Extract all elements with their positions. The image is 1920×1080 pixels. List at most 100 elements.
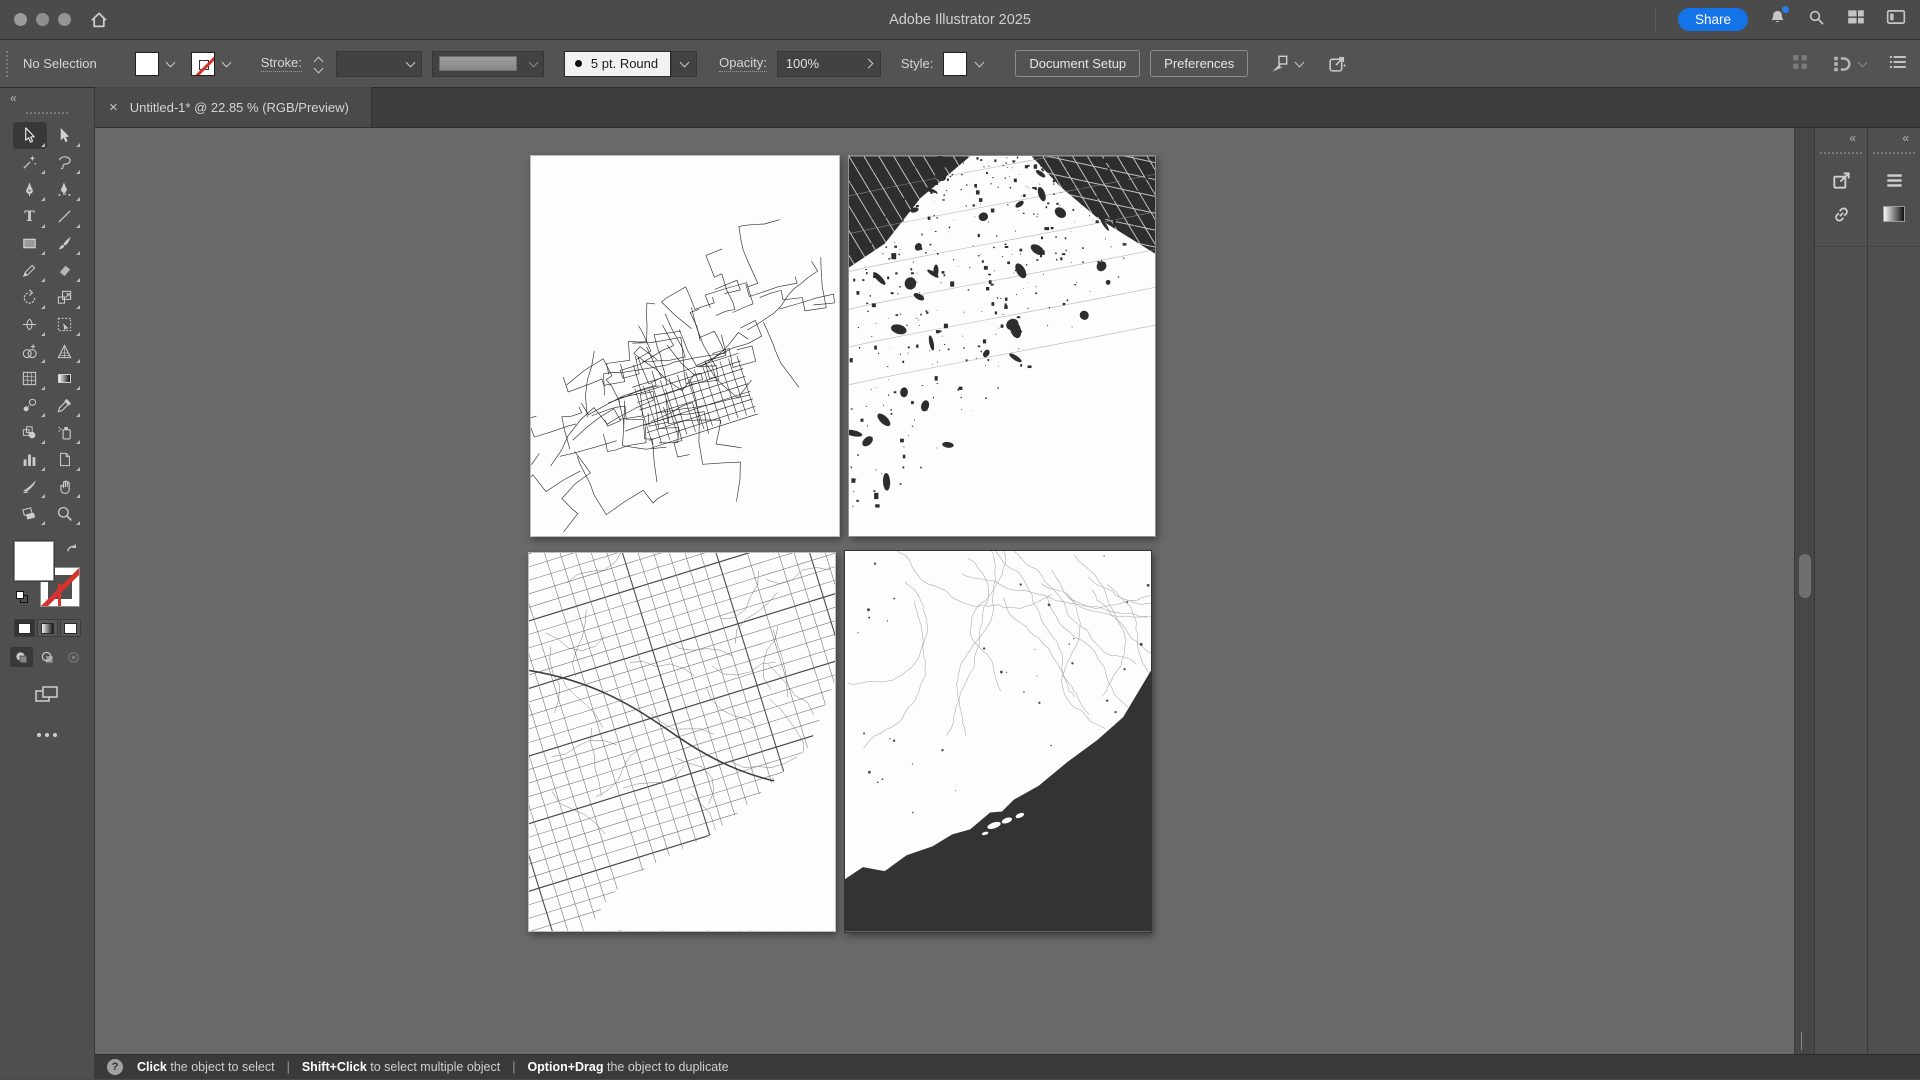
scroll-down-icon[interactable] bbox=[1801, 1032, 1802, 1050]
tab-close-icon[interactable]: × bbox=[109, 99, 118, 116]
links-panel-icon[interactable] bbox=[1824, 198, 1858, 230]
stroke-label[interactable]: Stroke: bbox=[261, 55, 302, 72]
line-segment-tool[interactable] bbox=[48, 203, 82, 230]
opacity-submenu-arrow[interactable] bbox=[863, 59, 873, 69]
tools-grip[interactable] bbox=[26, 112, 68, 114]
window-minimize-button[interactable] bbox=[36, 13, 49, 26]
draw-normal-icon[interactable] bbox=[10, 647, 33, 667]
rotate-tool[interactable] bbox=[13, 284, 47, 311]
eraser-tool[interactable] bbox=[48, 257, 82, 284]
symbols-tool[interactable] bbox=[13, 419, 47, 446]
draw-inside-icon[interactable] bbox=[62, 647, 85, 667]
notifications-bell-icon[interactable] bbox=[1768, 8, 1787, 32]
help-icon[interactable]: ? bbox=[107, 1059, 123, 1075]
menu-panel-icon[interactable] bbox=[1877, 164, 1911, 196]
stroke-color-swatch[interactable] bbox=[191, 52, 215, 76]
share-button[interactable]: Share bbox=[1678, 8, 1748, 31]
window-zoom-button[interactable] bbox=[58, 13, 71, 26]
type-tool[interactable]: T bbox=[13, 203, 47, 230]
pencil-tool[interactable] bbox=[13, 257, 47, 284]
rectangle-tool[interactable] bbox=[13, 230, 47, 257]
edit-toolbar-ellipsis-icon[interactable] bbox=[37, 733, 57, 737]
stroke-profile-dropdown[interactable] bbox=[432, 51, 544, 77]
tools-collapse-button[interactable]: « bbox=[10, 91, 18, 105]
home-icon[interactable] bbox=[89, 10, 109, 30]
gradient-tool[interactable] bbox=[48, 365, 82, 392]
free-transform-tool[interactable] bbox=[48, 311, 82, 338]
export-panel-icon[interactable] bbox=[1824, 164, 1858, 196]
style-swatch[interactable] bbox=[943, 52, 967, 76]
selection-tool[interactable] bbox=[13, 122, 47, 149]
touch-workspace-icon[interactable] bbox=[1791, 53, 1810, 75]
artboard-tool[interactable] bbox=[48, 446, 82, 473]
controlbar-grip[interactable] bbox=[6, 51, 9, 77]
isolate-mode-dropdown[interactable] bbox=[1295, 57, 1305, 67]
perspective-grid-tool[interactable] bbox=[48, 338, 82, 365]
column-graph-tool[interactable] bbox=[13, 446, 47, 473]
export-document-icon[interactable] bbox=[1327, 53, 1348, 74]
curvature-tool[interactable] bbox=[48, 176, 82, 203]
paintbrush-tool[interactable] bbox=[48, 230, 82, 257]
preferences-button[interactable]: Preferences bbox=[1150, 50, 1248, 77]
dock2-grip[interactable] bbox=[1873, 152, 1915, 154]
shape-builder-tool[interactable] bbox=[13, 338, 47, 365]
blend-tool[interactable] bbox=[13, 392, 47, 419]
fill-color-swatch[interactable] bbox=[135, 52, 159, 76]
print-tiling-tool[interactable] bbox=[13, 500, 47, 527]
panel-layout-icon[interactable] bbox=[1886, 7, 1906, 32]
width-tool[interactable] bbox=[13, 311, 47, 338]
artboard-hydrology-coastline-map[interactable] bbox=[844, 550, 1152, 933]
window-close-button[interactable] bbox=[14, 13, 27, 26]
symbol-sprayer-tool[interactable] bbox=[48, 419, 82, 446]
column-graph-icon bbox=[21, 451, 38, 468]
opacity-label[interactable]: Opacity: bbox=[719, 55, 767, 72]
color-mode-button[interactable] bbox=[14, 619, 35, 637]
swap-fill-stroke-icon[interactable] bbox=[65, 543, 78, 561]
workspace-switcher-icon[interactable] bbox=[1846, 7, 1866, 32]
selection-icon bbox=[21, 127, 38, 144]
artboard-street-grid-map[interactable] bbox=[528, 552, 836, 932]
lasso-tool[interactable] bbox=[48, 149, 82, 176]
none-mode-button[interactable] bbox=[60, 619, 81, 637]
stroke-width-stepper[interactable] bbox=[312, 56, 326, 72]
stroke-color-dropdown[interactable] bbox=[217, 51, 237, 77]
direct-selection-tool[interactable] bbox=[48, 122, 82, 149]
hand-tool[interactable] bbox=[48, 473, 82, 500]
snap-options-dropdown[interactable] bbox=[1858, 57, 1868, 67]
scale-tool[interactable] bbox=[48, 284, 82, 311]
style-dropdown[interactable] bbox=[969, 51, 989, 77]
eyedropper-tool[interactable] bbox=[48, 392, 82, 419]
mesh-tool[interactable] bbox=[13, 365, 47, 392]
default-fill-stroke-icon[interactable] bbox=[16, 591, 30, 605]
magic-wand-tool[interactable] bbox=[13, 149, 47, 176]
slice-tool[interactable] bbox=[13, 473, 47, 500]
dock1-collapse-button[interactable]: « bbox=[1849, 131, 1857, 145]
document-tab[interactable]: × Untitled-1* @ 22.85 % (RGB/Preview) bbox=[95, 87, 372, 127]
opacity-field[interactable]: 100% bbox=[777, 51, 881, 77]
draw-behind-icon[interactable] bbox=[36, 647, 59, 667]
vertical-scrollbar[interactable] bbox=[1794, 128, 1814, 1054]
controlbar-menu-icon[interactable] bbox=[1888, 52, 1908, 75]
isolate-mode-control[interactable] bbox=[1268, 53, 1303, 75]
dock1-grip[interactable] bbox=[1820, 152, 1862, 154]
snap-options-control[interactable] bbox=[1832, 54, 1866, 74]
artboard-landcover-speckle-map[interactable] bbox=[848, 155, 1156, 537]
dock2-collapse-button[interactable]: « bbox=[1902, 131, 1910, 145]
screen-mode-icon[interactable] bbox=[34, 685, 60, 707]
brush-preset-button[interactable]: 5 pt. Round bbox=[564, 51, 671, 77]
zoom-tool[interactable] bbox=[48, 500, 82, 527]
document-setup-button[interactable]: Document Setup bbox=[1015, 50, 1140, 77]
pen-tool[interactable] bbox=[13, 176, 47, 203]
fill-color-dropdown[interactable] bbox=[161, 51, 181, 77]
gradient-mode-button[interactable] bbox=[37, 619, 58, 637]
canvas[interactable] bbox=[95, 128, 1794, 1054]
gradient-panel-icon[interactable] bbox=[1877, 198, 1911, 230]
brush-preset-dropdown[interactable] bbox=[671, 51, 697, 77]
stroke-width-field[interactable] bbox=[336, 51, 422, 77]
fill-stroke-widget[interactable] bbox=[14, 541, 80, 607]
scrollbar-thumb[interactable] bbox=[1799, 554, 1811, 598]
window-controls[interactable] bbox=[14, 13, 71, 26]
search-icon[interactable] bbox=[1807, 8, 1826, 32]
artboard-road-network-sketch-map[interactable] bbox=[530, 155, 840, 537]
fill-indicator[interactable] bbox=[14, 541, 54, 581]
